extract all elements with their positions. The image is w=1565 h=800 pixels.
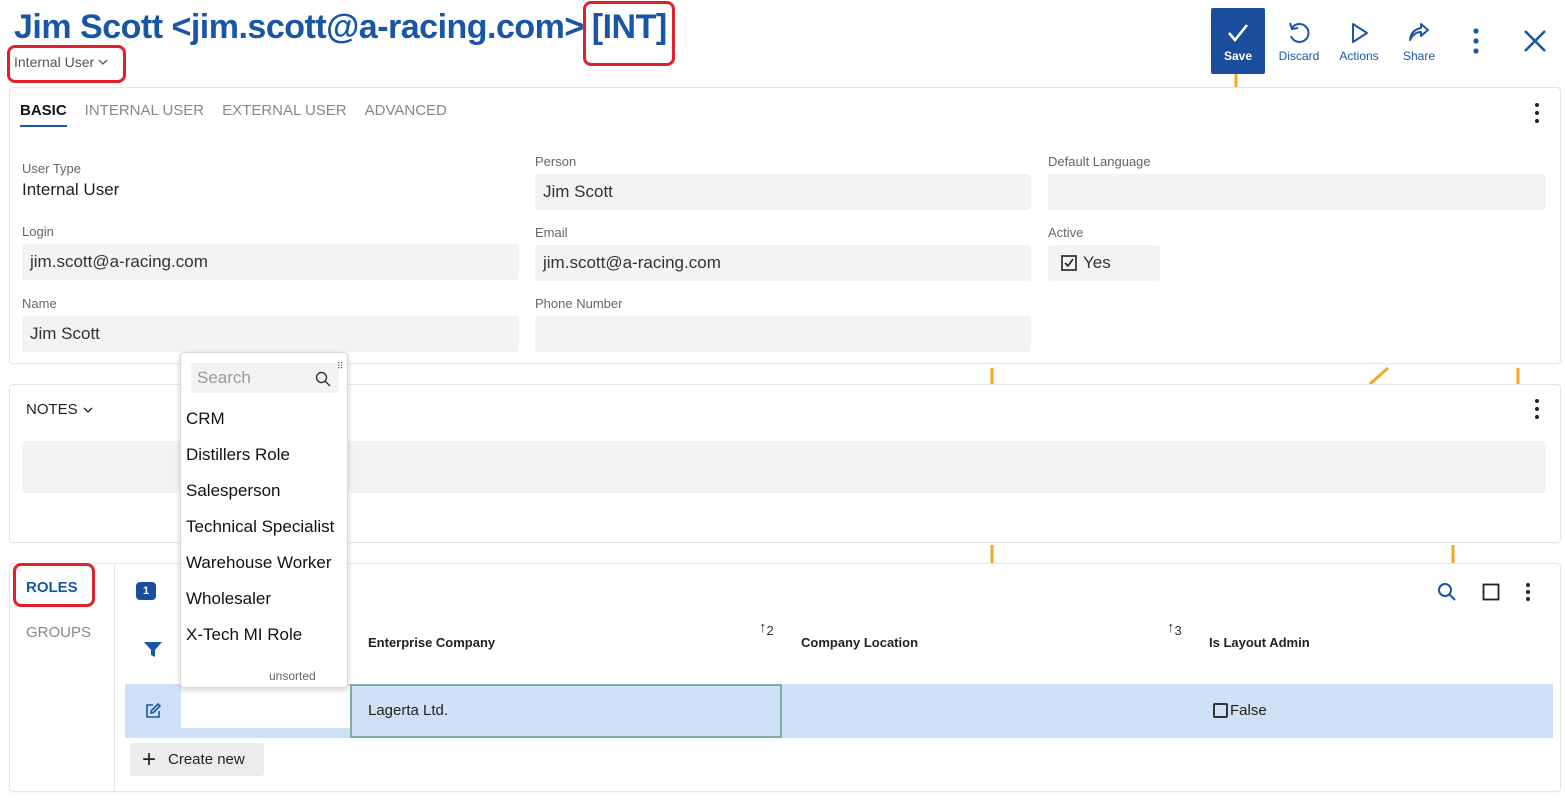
tab-external-user[interactable]: EXTERNAL USER <box>222 102 346 127</box>
dropdown-sort-mode[interactable]: unsorted <box>269 669 316 683</box>
dropdown-item[interactable]: Warehouse Worker <box>186 553 332 573</box>
user-type-value: Internal User <box>22 180 120 199</box>
more-options-icon[interactable] <box>1464 26 1488 56</box>
dropdown-item[interactable]: CRM <box>186 409 225 429</box>
name-label: Name <box>22 296 57 311</box>
plus-icon: + <box>142 745 157 773</box>
divider <box>114 564 115 793</box>
is-layout-admin-value: False <box>1230 702 1267 719</box>
dropdown-item[interactable]: Distillers Role <box>186 445 290 465</box>
notes-toggle[interactable]: NOTES <box>26 401 93 418</box>
share-label: Share <box>1402 48 1436 63</box>
tab-advanced[interactable]: ADVANCED <box>365 102 447 127</box>
checkbox-checked-icon <box>1061 255 1077 271</box>
discard-button[interactable]: Discard <box>1269 8 1329 74</box>
toolbar: Save Discard Actions Share <box>1211 8 1449 74</box>
phone-label: Phone Number <box>535 296 623 311</box>
name-field[interactable]: Jim Scott <box>22 316 519 352</box>
dropdown-item[interactable]: Salesperson <box>186 481 281 501</box>
create-new-button[interactable]: + Create new <box>130 743 264 776</box>
panel-more-icon[interactable] <box>1527 101 1547 125</box>
role-cell[interactable] <box>181 686 351 728</box>
page-title: Jim Scott <jim.scott@a-racing.com> [INT] <box>14 8 667 47</box>
default-language-label: Default Language <box>1048 154 1151 169</box>
col-is-layout-admin[interactable]: Is Layout Admin <box>1209 635 1310 650</box>
checkbox-icon <box>1213 703 1228 718</box>
actions-label: Actions <box>1339 48 1379 63</box>
check-icon <box>1228 23 1249 42</box>
sort-index-2: 2 <box>766 623 774 638</box>
roles-more-icon[interactable] <box>1518 581 1538 603</box>
chevron-down-icon <box>83 407 93 413</box>
active-label: Active <box>1048 225 1084 240</box>
actions-button[interactable]: Actions <box>1329 8 1389 74</box>
basic-panel: BASIC INTERNAL USER EXTERNAL USER ADVANC… <box>9 87 1561 364</box>
is-layout-admin-cell[interactable]: False <box>1213 702 1267 719</box>
email-field[interactable]: jim.scott@a-racing.com <box>535 245 1031 281</box>
user-type-toggle[interactable]: Internal User <box>14 54 108 70</box>
resize-grip-icon[interactable]: ⠿ <box>337 361 344 372</box>
dropdown-item[interactable]: Wholesaler <box>186 589 271 609</box>
sort-indicator-2[interactable]: ↑2 <box>759 619 774 638</box>
close-icon[interactable] <box>1520 26 1550 56</box>
title-tag: [INT] <box>591 8 667 46</box>
share-icon <box>1409 22 1429 41</box>
user-type-toggle-label: Internal User <box>14 54 95 70</box>
default-language-field[interactable] <box>1048 174 1546 210</box>
role-dropdown: ⠿ CRM Distillers Role Salesperson Techni… <box>180 352 348 688</box>
undo-icon <box>1289 22 1310 43</box>
person-label: Person <box>535 154 577 169</box>
count-badge: 1 <box>136 582 156 600</box>
sort-index-3: 3 <box>1174 623 1182 638</box>
title-text: Jim Scott <jim.scott@a-racing.com> <box>14 8 584 46</box>
login-field[interactable]: jim.scott@a-racing.com <box>22 244 519 280</box>
filter-icon[interactable] <box>143 641 163 659</box>
play-icon <box>1352 22 1368 43</box>
notes-label: NOTES <box>26 401 78 418</box>
phone-field[interactable] <box>535 316 1031 352</box>
col-enterprise-company[interactable]: Enterprise Company <box>368 635 495 650</box>
dropdown-item[interactable]: Technical Specialist <box>186 517 334 537</box>
enterprise-company-cell[interactable]: Lagerta Ltd. <box>350 684 782 738</box>
search-icon[interactable] <box>1437 582 1457 602</box>
select-all-checkbox-icon[interactable] <box>1482 583 1500 601</box>
tab-internal-user[interactable]: INTERNAL USER <box>85 102 204 127</box>
col-company-location[interactable]: Company Location <box>801 635 918 650</box>
chevron-down-icon <box>98 59 108 65</box>
email-label: Email <box>535 225 568 240</box>
side-tab-roles[interactable]: ROLES <box>26 579 78 596</box>
person-field[interactable]: Jim Scott <box>535 174 1031 210</box>
active-field[interactable]: Yes <box>1048 245 1160 281</box>
user-type-label: User Type <box>22 161 82 176</box>
edit-icon[interactable] <box>144 702 162 720</box>
create-new-label: Create new <box>168 751 245 768</box>
dropdown-item[interactable]: X-Tech MI Role <box>186 625 302 645</box>
tab-basic[interactable]: BASIC <box>20 102 67 127</box>
save-button[interactable]: Save <box>1211 8 1265 74</box>
active-value: Yes <box>1083 253 1111 272</box>
search-icon <box>315 371 331 387</box>
notes-more-icon[interactable] <box>1527 397 1547 421</box>
save-label: Save <box>1223 48 1253 63</box>
side-tab-groups[interactable]: GROUPS <box>26 624 91 641</box>
login-label: Login <box>22 224 54 239</box>
sort-indicator-3[interactable]: ↑3 <box>1167 619 1182 638</box>
discard-label: Discard <box>1278 48 1320 63</box>
share-button[interactable]: Share <box>1389 8 1449 74</box>
tab-bar: BASIC INTERNAL USER EXTERNAL USER ADVANC… <box>20 102 447 127</box>
